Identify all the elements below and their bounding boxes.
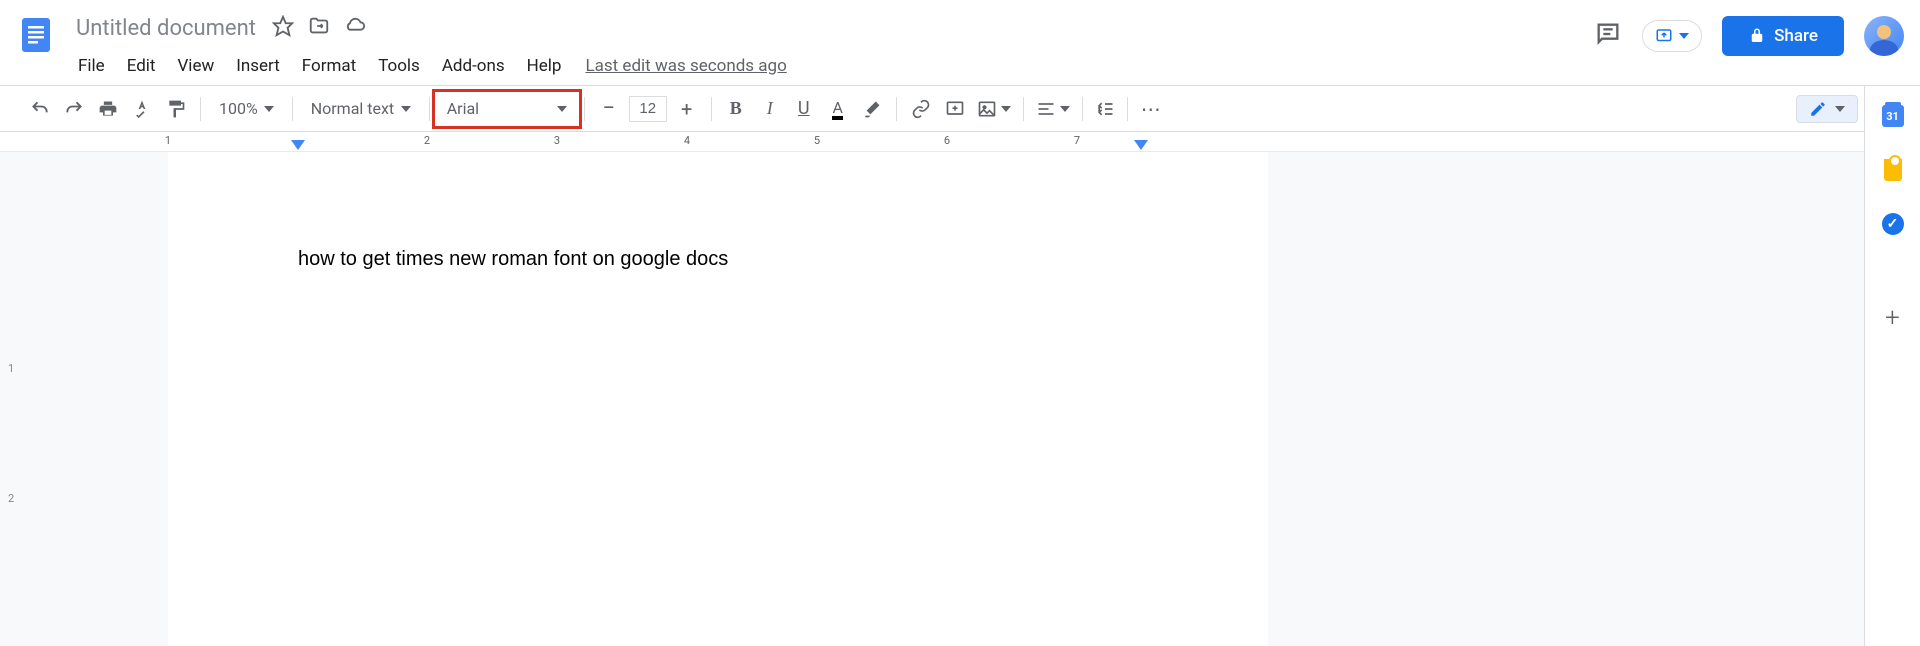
- chevron-down-icon: [1679, 33, 1689, 39]
- header-right: Share: [1594, 8, 1904, 56]
- separator: [896, 97, 897, 121]
- tasks-addon-icon[interactable]: ✓: [1881, 212, 1905, 236]
- menu-tools[interactable]: Tools: [368, 52, 430, 80]
- separator: [1082, 97, 1083, 121]
- ruler-tick: 6: [944, 134, 950, 147]
- title-row: Untitled document: [68, 8, 1594, 48]
- editing-mode-button[interactable]: [1796, 95, 1858, 123]
- separator: [429, 97, 430, 121]
- highlight-color-button[interactable]: [856, 93, 888, 125]
- move-icon[interactable]: [308, 15, 330, 41]
- star-icon[interactable]: [272, 15, 294, 41]
- side-panel: 31 ✓ +: [1864, 86, 1920, 646]
- title-actions: [272, 15, 366, 41]
- open-comments-icon[interactable]: [1594, 20, 1622, 52]
- redo-button[interactable]: [58, 93, 90, 125]
- chevron-down-icon: [401, 106, 411, 112]
- font-value: Arial: [447, 99, 479, 118]
- align-button[interactable]: [1032, 95, 1074, 123]
- line-spacing-button[interactable]: [1091, 95, 1119, 123]
- document-title[interactable]: Untitled document: [68, 14, 264, 43]
- add-comment-button[interactable]: [939, 93, 971, 125]
- font-size-control: − +: [593, 93, 703, 125]
- right-indent-marker[interactable]: [1134, 140, 1148, 150]
- chevron-down-icon: [1060, 106, 1070, 112]
- menu-help[interactable]: Help: [517, 52, 572, 80]
- menu-bar: File Edit View Insert Format Tools Add-o…: [68, 48, 1594, 84]
- separator: [200, 97, 201, 121]
- separator: [1023, 97, 1024, 121]
- chevron-down-icon: [264, 106, 274, 112]
- font-size-input[interactable]: [629, 96, 667, 122]
- ruler-tick: 1: [165, 134, 171, 147]
- paint-format-button[interactable]: [160, 93, 192, 125]
- paragraph-style-dropdown[interactable]: Normal text: [301, 95, 421, 122]
- menu-insert[interactable]: Insert: [226, 52, 290, 80]
- horizontal-ruler[interactable]: 1 2 3 4 5 6 7: [0, 132, 1920, 152]
- zoom-dropdown[interactable]: 100%: [209, 95, 284, 122]
- separator: [292, 97, 293, 121]
- workspace: 1 2 how to get times new roman font on g…: [0, 152, 1920, 646]
- account-avatar[interactable]: [1864, 16, 1904, 56]
- decrease-font-size-button[interactable]: −: [593, 93, 625, 125]
- docs-logo[interactable]: [16, 14, 56, 54]
- last-edit-link[interactable]: Last edit was seconds ago: [585, 56, 786, 76]
- increase-font-size-button[interactable]: +: [671, 93, 703, 125]
- menu-view[interactable]: View: [167, 52, 224, 80]
- undo-button[interactable]: [24, 93, 56, 125]
- underline-button[interactable]: U: [788, 93, 820, 125]
- app-header: Untitled document File Edit View Insert …: [0, 0, 1920, 86]
- menu-edit[interactable]: Edit: [117, 52, 166, 80]
- title-area: Untitled document File Edit View Insert …: [68, 8, 1594, 84]
- share-button[interactable]: Share: [1722, 16, 1844, 56]
- print-button[interactable]: [92, 93, 124, 125]
- ruler-tick: 5: [814, 134, 820, 147]
- menu-format[interactable]: Format: [292, 52, 366, 80]
- present-button[interactable]: [1642, 20, 1702, 52]
- insert-image-button[interactable]: [973, 95, 1015, 123]
- get-addons-button[interactable]: +: [1881, 306, 1905, 330]
- font-dropdown[interactable]: Arial: [432, 89, 582, 129]
- chevron-down-icon: [1835, 106, 1845, 112]
- menu-file[interactable]: File: [68, 52, 115, 80]
- document-page[interactable]: how to get times new roman font on googl…: [168, 152, 1268, 646]
- separator: [1127, 97, 1128, 121]
- ruler-tick: 4: [684, 134, 690, 147]
- vruler-tick: 1: [8, 362, 14, 375]
- share-label: Share: [1774, 26, 1818, 46]
- document-canvas: 1 2 how to get times new roman font on g…: [0, 152, 1920, 646]
- bold-button[interactable]: B: [720, 93, 752, 125]
- spellcheck-button[interactable]: [126, 93, 158, 125]
- vruler-tick: 2: [8, 492, 14, 505]
- italic-button[interactable]: I: [754, 93, 786, 125]
- separator: [584, 97, 585, 121]
- more-button[interactable]: ⋯: [1136, 93, 1168, 125]
- ruler-tick: 7: [1074, 134, 1080, 147]
- vertical-ruler[interactable]: 1 2: [4, 152, 22, 646]
- document-content[interactable]: how to get times new roman font on googl…: [298, 248, 1138, 271]
- style-value: Normal text: [311, 99, 394, 118]
- toolbar: 100% Normal text Arial − + B I U A ⋯: [0, 86, 1920, 132]
- left-indent-marker[interactable]: [291, 140, 305, 150]
- insert-link-button[interactable]: [905, 93, 937, 125]
- cloud-status-icon[interactable]: [344, 15, 366, 41]
- chevron-down-icon: [1001, 106, 1011, 112]
- chevron-down-icon: [557, 106, 567, 112]
- text-color-button[interactable]: A: [822, 93, 854, 125]
- keep-addon-icon[interactable]: [1881, 158, 1905, 182]
- menu-addons[interactable]: Add-ons: [432, 52, 515, 80]
- zoom-value: 100%: [219, 99, 258, 118]
- ruler-tick: 2: [424, 134, 430, 147]
- separator: [711, 97, 712, 121]
- ruler-tick: 3: [554, 134, 560, 147]
- calendar-addon-icon[interactable]: 31: [1881, 104, 1905, 128]
